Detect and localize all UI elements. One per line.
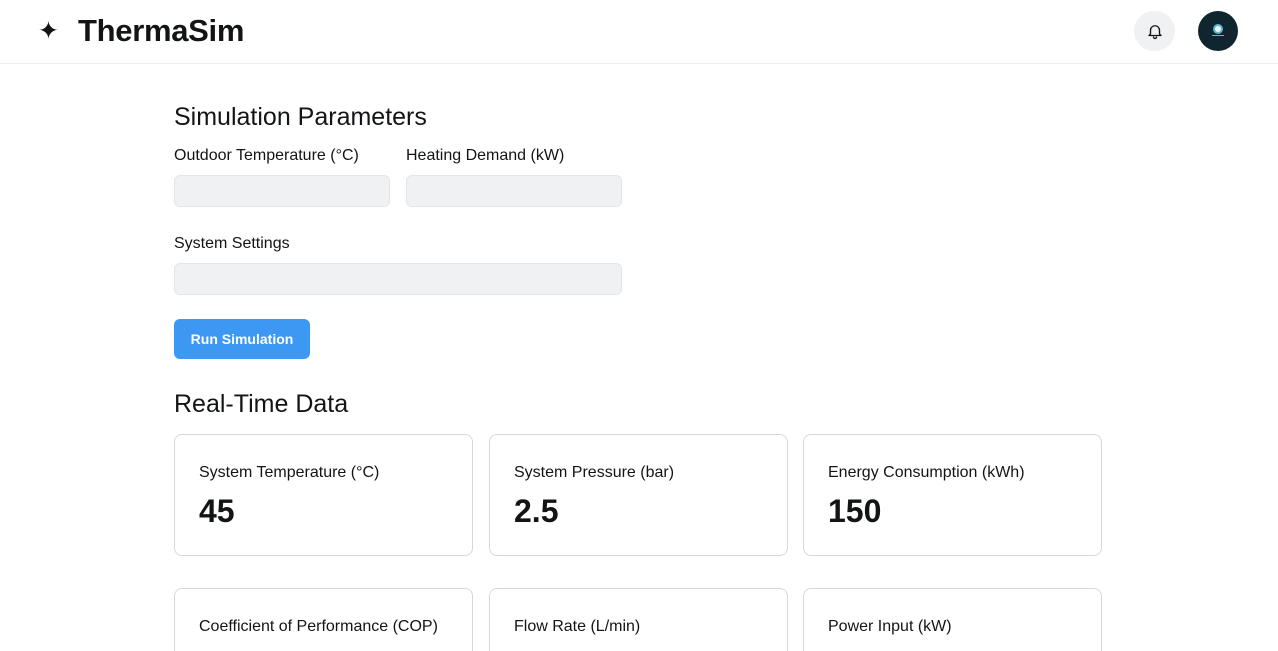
system-settings-input[interactable] (174, 263, 622, 295)
outdoor-temperature-input[interactable] (174, 175, 390, 207)
avatar-image (1212, 24, 1224, 36)
metric-label: System Pressure (bar) (514, 464, 675, 481)
heating-demand-label: Heating Demand (kW) (406, 147, 565, 164)
real-time-data-heading: Real-Time Data (174, 390, 349, 418)
user-avatar[interactable] (1198, 11, 1238, 51)
metric-card-power-input: Power Input (kW) (803, 588, 1102, 651)
metric-value: 45 (199, 493, 235, 529)
notifications-button[interactable] (1134, 11, 1175, 51)
metric-value: 150 (828, 493, 882, 529)
metric-card-flow-rate: Flow Rate (L/min) (489, 588, 788, 651)
metric-label: Energy Consumption (kWh) (828, 464, 1025, 481)
heating-demand-input[interactable] (406, 175, 622, 207)
metric-card-system-pressure: System Pressure (bar) 2.5 (489, 434, 788, 556)
metric-label: Flow Rate (L/min) (514, 618, 641, 635)
metric-card-cop: Coefficient of Performance (COP) (174, 588, 473, 651)
metric-card-energy-consumption: Energy Consumption (kWh) 150 (803, 434, 1102, 556)
simulation-parameters-heading: Simulation Parameters (174, 103, 427, 131)
run-simulation-button[interactable]: Run Simulation (174, 319, 310, 359)
outdoor-temperature-label: Outdoor Temperature (°C) (174, 147, 359, 164)
metric-label: Power Input (kW) (828, 618, 952, 635)
metric-value: 2.5 (514, 493, 559, 529)
metric-card-system-temperature: System Temperature (°C) 45 (174, 434, 473, 556)
system-settings-label: System Settings (174, 235, 290, 252)
metric-label: System Temperature (°C) (199, 464, 380, 481)
sparkle-logo-icon: ✦ (38, 17, 59, 45)
app-title[interactable]: ThermaSim (78, 12, 244, 50)
bell-icon (1147, 25, 1162, 40)
top-header: ✦ ThermaSim (0, 0, 1278, 64)
metric-label: Coefficient of Performance (COP) (199, 618, 438, 635)
